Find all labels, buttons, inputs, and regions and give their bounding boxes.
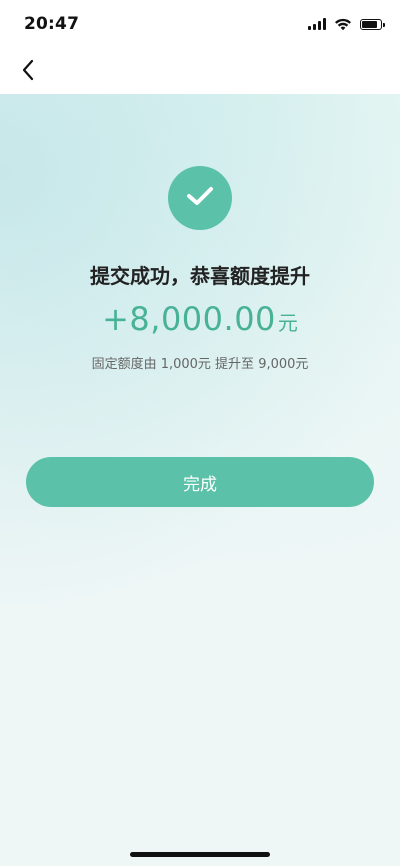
wifi-icon <box>334 18 352 31</box>
status-time: 20:47 <box>24 14 80 34</box>
result-content: 提交成功，恭喜额度提升 +8,000.00 元 固定额度由 1,000元 提升至 … <box>0 94 400 866</box>
chevron-left-icon <box>21 59 35 85</box>
amount-unit: 元 <box>277 311 298 335</box>
increase-amount: +8,000.00 元 <box>0 300 400 338</box>
amount-value: +8,000.00 <box>102 300 276 338</box>
check-icon <box>185 184 215 212</box>
success-badge <box>168 166 232 230</box>
nav-bar <box>0 48 400 94</box>
status-icons <box>308 16 385 32</box>
result-headline: 提交成功，恭喜额度提升 <box>90 264 310 288</box>
limit-change-text: 固定额度由 1,000元 提升至 9,000元 <box>91 357 309 372</box>
home-indicator <box>130 852 270 857</box>
signal-icon <box>308 18 326 30</box>
done-button[interactable]: 完成 <box>26 457 374 507</box>
status-bar: 20:47 <box>0 0 400 48</box>
battery-icon <box>360 18 385 30</box>
back-button[interactable] <box>12 56 44 88</box>
